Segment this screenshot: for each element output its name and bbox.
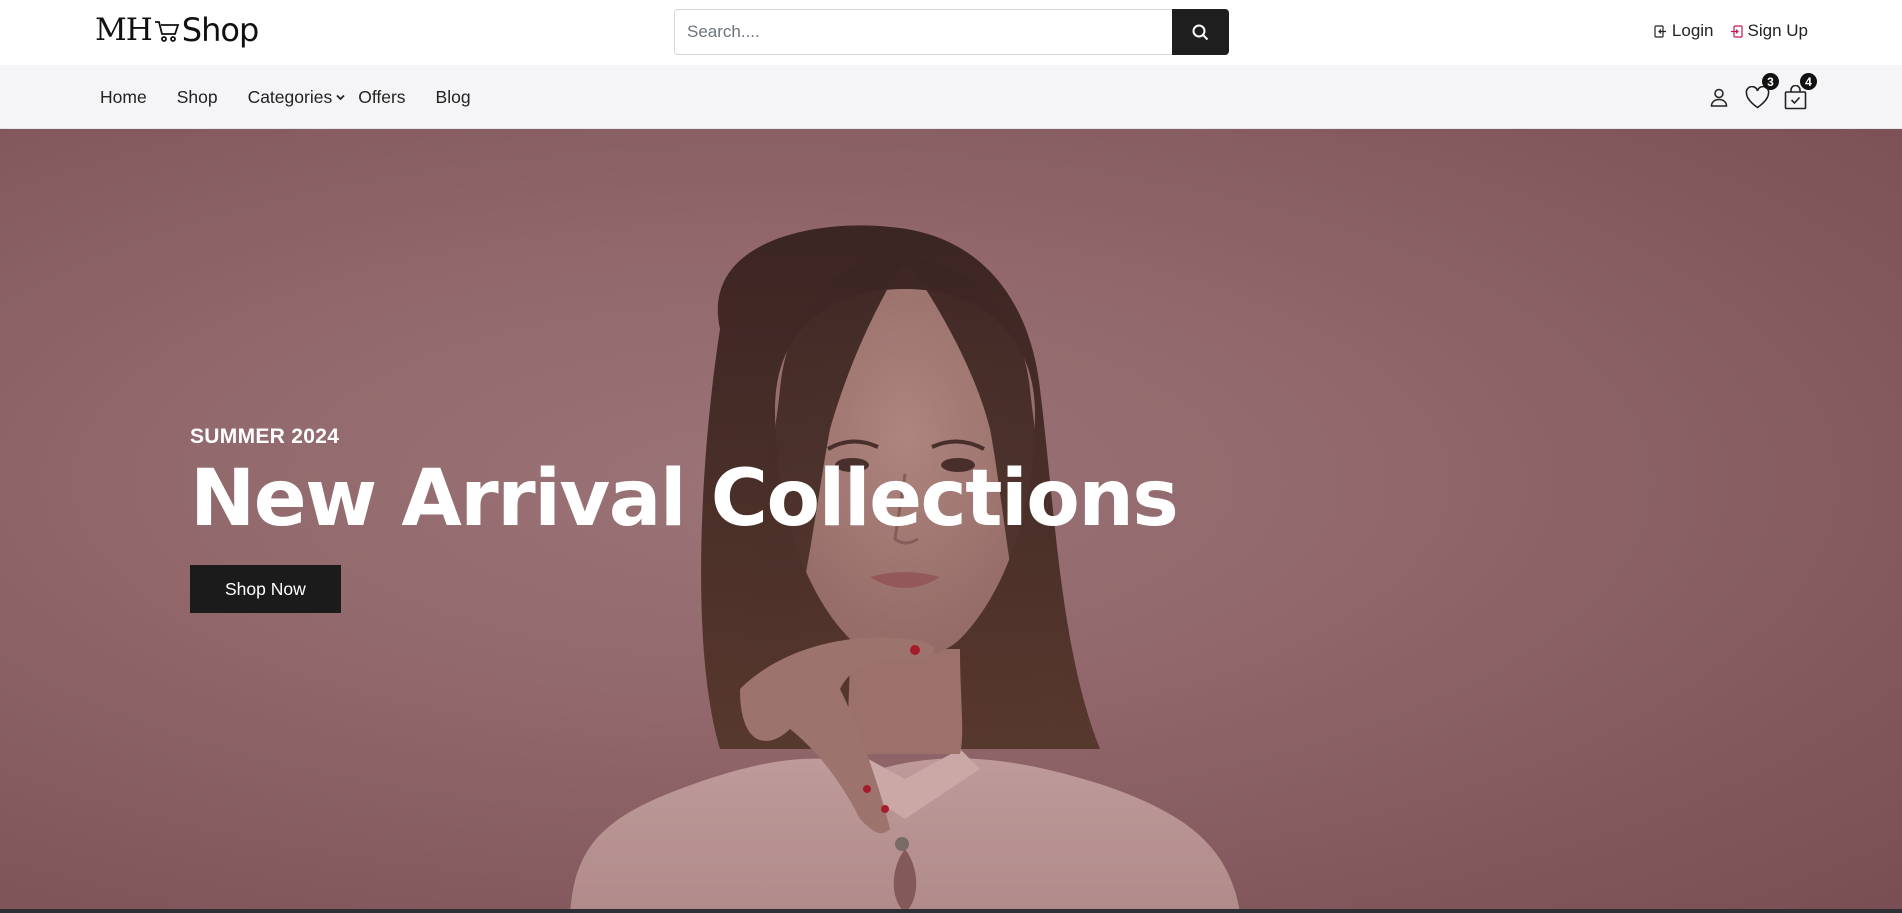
nav-categories[interactable]: Categories [248,87,346,108]
login-icon [1654,24,1666,38]
signup-label: Sign Up [1747,21,1808,40]
auth-links: Login Sign Up [1654,21,1808,41]
wishlist-button[interactable]: 3 [1744,73,1779,110]
brand-mark: MH [95,11,153,48]
nav-links: Home Shop Categories Offers Blog [100,65,471,129]
cart-button[interactable]: 4 [1782,73,1817,110]
nav-home[interactable]: Home [100,87,147,108]
hero-banner: SUMMER 2024 New Arrival Collections Shop… [0,129,1902,913]
signup-icon [1730,24,1743,38]
hero-title: New Arrival Collections [190,454,1179,544]
search-button[interactable] [1172,9,1229,55]
hero-eyebrow: SUMMER 2024 [190,425,340,448]
top-header: MH Shop Login [0,0,1902,65]
wishlist-count-badge: 3 [1762,73,1779,90]
signup-link[interactable]: Sign Up [1730,21,1808,41]
main-navbar: Home Shop Categories Offers Blog 3 4 [0,65,1902,129]
login-label: Login [1671,21,1714,40]
chevron-down-icon [336,94,345,100]
search-form [674,9,1229,55]
brand-name: Shop [181,11,259,49]
search-input[interactable] [674,9,1172,55]
nav-shop[interactable]: Shop [177,87,218,108]
brand-logo[interactable]: MH Shop [95,11,259,49]
cart-count-badge: 4 [1800,73,1817,90]
nav-icons: 3 4 [1706,65,1817,129]
account-button[interactable] [1706,84,1732,110]
nav-blog[interactable]: Blog [436,87,471,108]
hero-content: SUMMER 2024 New Arrival Collections Shop… [190,425,1179,613]
hero-bottom-border [0,909,1902,913]
nav-offers[interactable]: Offers [358,87,405,108]
shop-now-button[interactable]: Shop Now [190,564,341,613]
login-link[interactable]: Login [1654,21,1714,41]
nav-categories-label: Categories [247,86,333,107]
user-icon [1710,88,1728,107]
search-icon [1192,24,1209,40]
shopping-cart-icon [154,21,180,42]
